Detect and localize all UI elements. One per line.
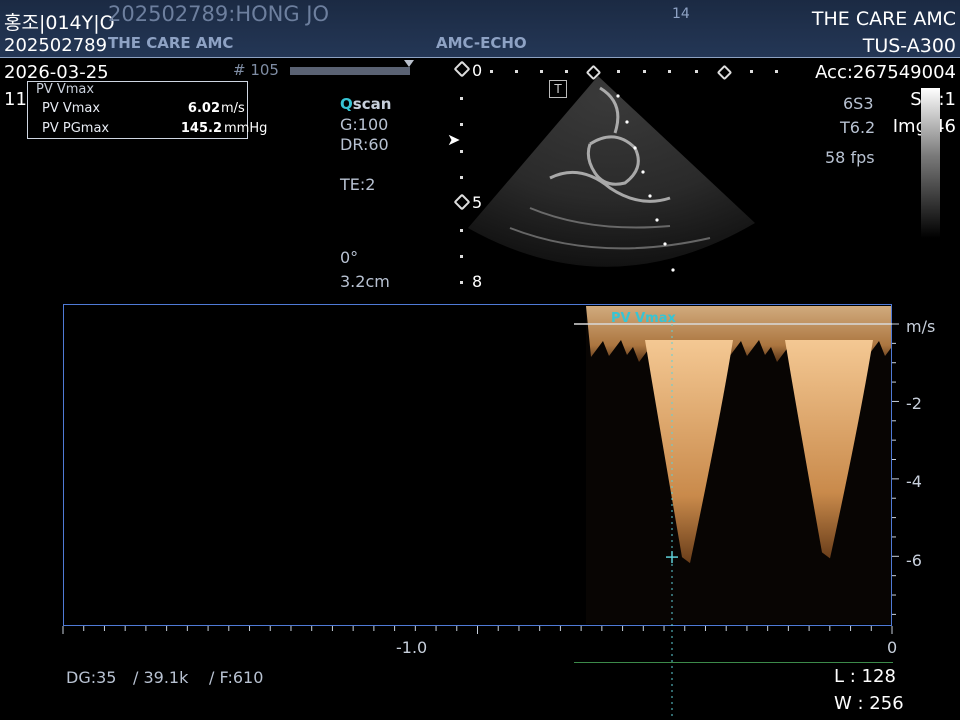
x-tick-label: -1.0 [396,638,428,657]
window-level: L : 128 [834,666,896,687]
doppler-prf: / 39.1k [133,668,189,687]
velocity-unit: m/s [906,317,936,336]
y-tick-label: -2 [906,394,922,413]
y-tick-label: -6 [906,551,922,570]
window-width: W : 256 [834,693,904,714]
doppler-frequency: / F:610 [209,668,264,687]
doppler-gain: DG:35 [66,668,117,687]
y-tick-label: -4 [906,472,922,491]
doppler-measurement-label: PV Vmax [611,311,676,326]
baseline-marker [574,662,893,663]
doppler-spectrum [62,306,899,720]
x-tick-label: 0 [887,638,898,657]
